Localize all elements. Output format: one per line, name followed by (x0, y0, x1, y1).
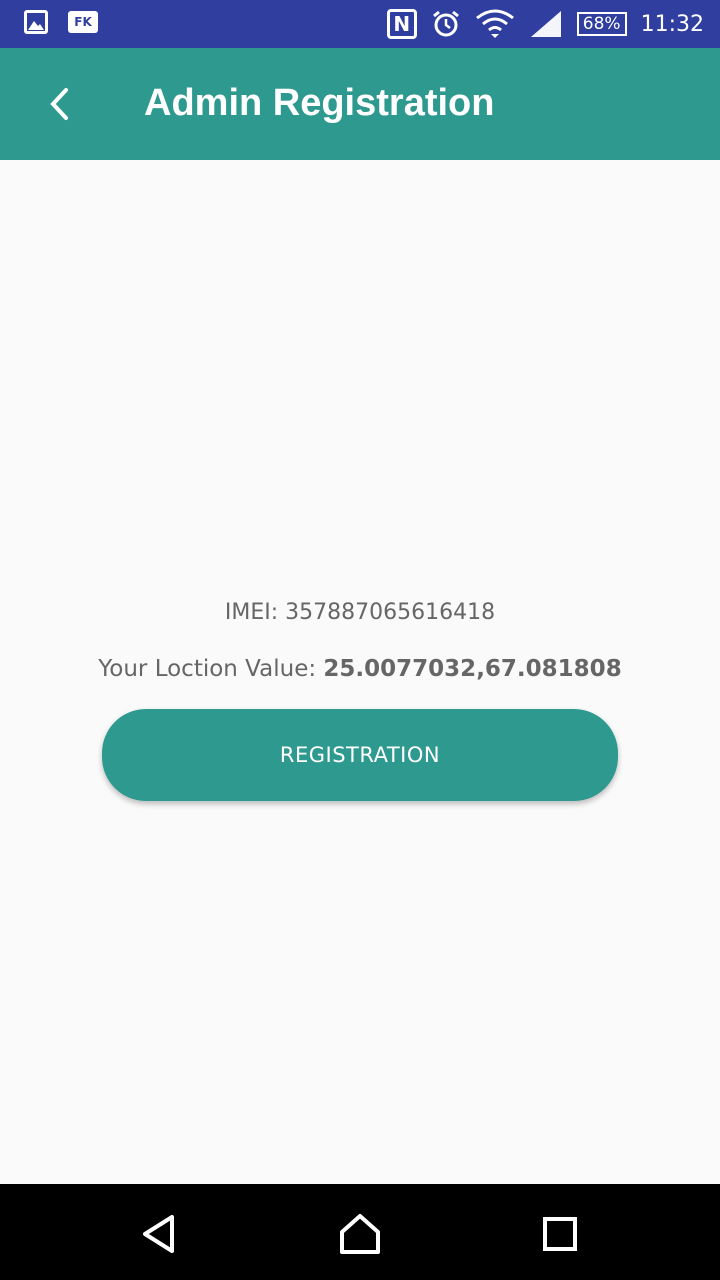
imei-text: IMEI: 357887065616418 (224, 600, 496, 625)
home-icon (340, 1214, 380, 1254)
registration-button[interactable]: REGISTRATION (102, 709, 618, 801)
location-text: Your Loction Value: 25.0077032,67.081808 (0, 656, 720, 682)
battery-indicator: 68% (576, 12, 627, 36)
clock: 11:32 (640, 11, 704, 37)
recents-square-icon (543, 1217, 577, 1251)
app-bar: Admin Registration (0, 48, 720, 160)
back-button[interactable] (36, 80, 84, 128)
home-nav-button[interactable] (330, 1204, 390, 1264)
chevron-left-icon (50, 88, 68, 120)
back-triangle-icon (143, 1215, 174, 1253)
gallery-icon (24, 10, 48, 34)
fk-icon: FK (68, 11, 98, 33)
nfc-icon: N (386, 9, 417, 39)
main-content: IMEI: 357887065616418 Your Loction Value… (0, 160, 720, 1184)
status-bar: FK N 68% 11:32 (0, 0, 720, 48)
wifi-icon (475, 9, 514, 38)
page-title: Admin Registration (144, 82, 495, 124)
back-nav-button[interactable] (130, 1204, 190, 1264)
recents-nav-button[interactable] (530, 1204, 590, 1264)
location-label: Your Loction Value: (98, 656, 324, 682)
alarm-icon (432, 10, 459, 37)
signal-icon (530, 11, 561, 37)
location-value: 25.0077032,67.081808 (323, 656, 622, 682)
navigation-bar (0, 1184, 720, 1280)
